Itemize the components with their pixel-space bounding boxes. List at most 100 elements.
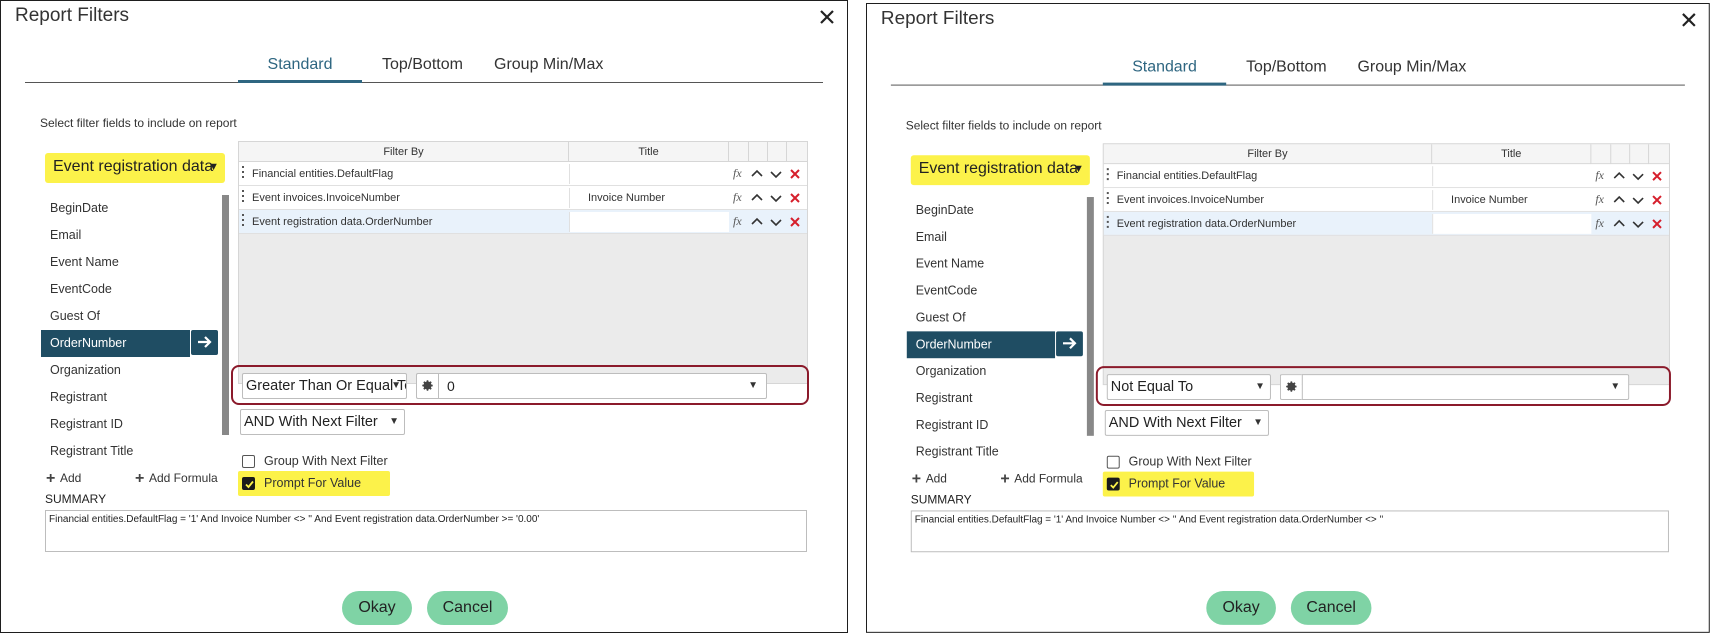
group-with-next-checkbox[interactable] <box>242 455 255 468</box>
field-item[interactable]: Registrant Title <box>907 439 1086 466</box>
title-cell[interactable] <box>1432 213 1592 234</box>
drag-handle-icon[interactable] <box>242 166 245 182</box>
chevron-up-icon[interactable] <box>750 191 764 205</box>
join-select[interactable]: AND With Next Filter ▼ <box>1104 409 1269 436</box>
field-item[interactable]: Registrant <box>907 385 1086 412</box>
filter-row[interactable]: Event registration data.OrderNumber fx <box>1103 211 1669 236</box>
tab-group-min-max[interactable]: Group Min/Max <box>1358 59 1467 85</box>
field-item[interactable]: Registrant <box>41 384 221 411</box>
value-select[interactable]: 0 ▼ <box>438 373 767 399</box>
caret-down-icon: ▼ <box>748 380 758 391</box>
chevron-down-icon[interactable] <box>1631 217 1645 231</box>
cancel-button[interactable]: Cancel <box>1290 591 1372 625</box>
drag-handle-icon[interactable] <box>242 214 245 230</box>
field-item[interactable]: Registrant ID <box>907 412 1086 439</box>
chevron-down-icon[interactable] <box>769 215 783 229</box>
drag-handle-icon[interactable] <box>1106 168 1110 184</box>
remove-x-icon[interactable] <box>1650 169 1664 183</box>
field-item[interactable]: EventCode <box>41 276 221 303</box>
drag-handle-icon[interactable] <box>1106 215 1110 232</box>
fx-icon[interactable]: fx <box>733 166 747 180</box>
title-cell[interactable] <box>569 164 729 184</box>
prompt-for-value-checkbox[interactable] <box>242 477 255 490</box>
add-button[interactable]: + Add <box>912 471 947 489</box>
chevron-down-icon[interactable] <box>1631 169 1645 183</box>
fx-icon[interactable]: fx <box>1595 168 1609 182</box>
chevron-up-icon[interactable] <box>750 167 764 181</box>
field-item[interactable]: Registrant ID <box>41 411 221 438</box>
chevron-down-icon[interactable] <box>769 167 783 181</box>
field-item[interactable]: BeginDate <box>41 195 221 222</box>
tab-standard[interactable]: Standard <box>1102 59 1227 86</box>
fx-icon[interactable]: fx <box>1595 192 1609 206</box>
field-list-scrollbar[interactable] <box>222 195 229 435</box>
gear-icon[interactable] <box>416 373 438 399</box>
field-item[interactable]: Email <box>907 224 1086 251</box>
chevron-up-icon[interactable] <box>750 215 764 229</box>
tab-top-bottom[interactable]: Top/Bottom <box>1246 59 1327 85</box>
chevron-down-icon[interactable] <box>1631 193 1645 207</box>
field-item[interactable]: Event Name <box>907 251 1086 278</box>
title-cell[interactable] <box>1432 166 1592 187</box>
field-item-selected[interactable]: OrderNumber <box>41 330 190 357</box>
add-field-button[interactable] <box>191 330 218 355</box>
drag-handle-icon[interactable] <box>242 190 245 206</box>
filter-grid: Filter By Title Financial entities.Defau… <box>1102 143 1670 386</box>
cancel-button[interactable]: Cancel <box>427 591 508 625</box>
source-select[interactable]: Event registration data ▼ <box>910 155 1090 186</box>
field-item[interactable]: Organization <box>907 358 1086 385</box>
filter-row[interactable]: Event registration data.OrderNumber fx <box>239 210 807 234</box>
filter-row[interactable]: Financial entities.DefaultFlag fx <box>239 162 807 186</box>
field-item[interactable]: Guest Of <box>41 303 221 330</box>
summary-text[interactable]: Financial entities.DefaultFlag = '1' And… <box>45 510 807 552</box>
field-item[interactable]: Guest Of <box>907 304 1086 331</box>
field-list-scrollbar[interactable] <box>1086 197 1094 436</box>
remove-x-icon[interactable] <box>788 167 802 181</box>
chevron-up-icon[interactable] <box>1612 217 1626 231</box>
fx-icon[interactable]: fx <box>733 214 747 228</box>
close-icon[interactable] <box>817 7 837 27</box>
remove-x-icon[interactable] <box>1650 217 1664 231</box>
fx-icon[interactable]: fx <box>1595 216 1609 230</box>
title-cell[interactable]: Invoice Number <box>569 188 729 208</box>
okay-button[interactable]: Okay <box>1206 591 1276 625</box>
field-item-selected[interactable]: OrderNumber <box>906 331 1056 359</box>
field-item[interactable]: BeginDate <box>907 197 1086 224</box>
operator-select[interactable]: Not Equal To ▼ <box>1106 374 1271 401</box>
remove-x-icon[interactable] <box>788 215 802 229</box>
add-formula-button[interactable]: + Add Formula <box>135 470 218 488</box>
title-cell[interactable]: Invoice Number <box>1432 190 1592 210</box>
filter-row[interactable]: Event invoices.InvoiceNumber Invoice Num… <box>1103 188 1669 212</box>
chevron-up-icon[interactable] <box>1612 169 1626 183</box>
tab-top-bottom[interactable]: Top/Bottom <box>382 56 463 82</box>
chevron-down-icon[interactable] <box>769 191 783 205</box>
drag-handle-icon[interactable] <box>1106 192 1110 208</box>
close-icon[interactable] <box>1679 10 1699 30</box>
filter-row[interactable]: Financial entities.DefaultFlag fx <box>1103 164 1669 189</box>
value-select[interactable]: ▼ <box>1301 374 1630 401</box>
tab-standard[interactable]: Standard <box>238 56 362 83</box>
source-select[interactable]: Event registration data ▼ <box>45 153 225 183</box>
field-item[interactable]: Registrant Title <box>41 438 221 465</box>
tab-group-min-max[interactable]: Group Min/Max <box>494 56 603 82</box>
add-field-button[interactable] <box>1056 331 1083 357</box>
filter-row[interactable]: Event invoices.InvoiceNumber Invoice Num… <box>239 186 807 210</box>
add-button[interactable]: + Add <box>46 470 81 488</box>
field-item[interactable]: EventCode <box>907 278 1086 305</box>
prompt-for-value-checkbox[interactable] <box>1106 477 1120 491</box>
field-item[interactable]: Organization <box>41 357 221 384</box>
summary-text[interactable]: Financial entities.DefaultFlag = '1' And… <box>910 510 1669 553</box>
title-cell[interactable] <box>569 212 729 232</box>
join-select[interactable]: AND With Next Filter ▼ <box>240 409 405 435</box>
chevron-up-icon[interactable] <box>1612 193 1626 207</box>
operator-select[interactable]: Greater Than Or Equal To ▼ <box>242 373 407 399</box>
okay-button[interactable]: Okay <box>342 591 412 625</box>
field-item[interactable]: Event Name <box>41 249 221 276</box>
remove-x-icon[interactable] <box>788 191 802 205</box>
add-formula-button[interactable]: + Add Formula <box>1000 471 1082 489</box>
remove-x-icon[interactable] <box>1650 193 1664 207</box>
group-with-next-checkbox[interactable] <box>1106 455 1120 469</box>
gear-icon[interactable] <box>1279 374 1302 401</box>
field-item[interactable]: Email <box>41 222 221 249</box>
fx-icon[interactable]: fx <box>733 190 747 204</box>
